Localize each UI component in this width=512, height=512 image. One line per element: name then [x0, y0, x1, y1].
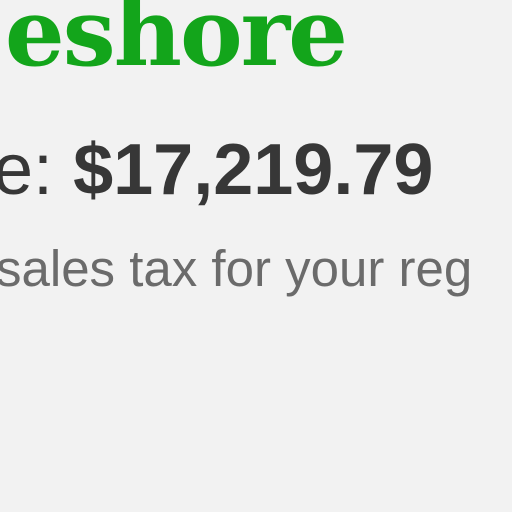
- price-line: e: $17,219.79: [0, 134, 433, 206]
- product-price-view: eshore e: $17,219.79 sales tax for your …: [0, 0, 512, 512]
- price-value: $17,219.79: [73, 130, 434, 210]
- sales-tax-note: sales tax for your reg: [0, 240, 473, 297]
- brand-name: eshore: [4, 0, 348, 88]
- price-label: e:: [0, 130, 54, 210]
